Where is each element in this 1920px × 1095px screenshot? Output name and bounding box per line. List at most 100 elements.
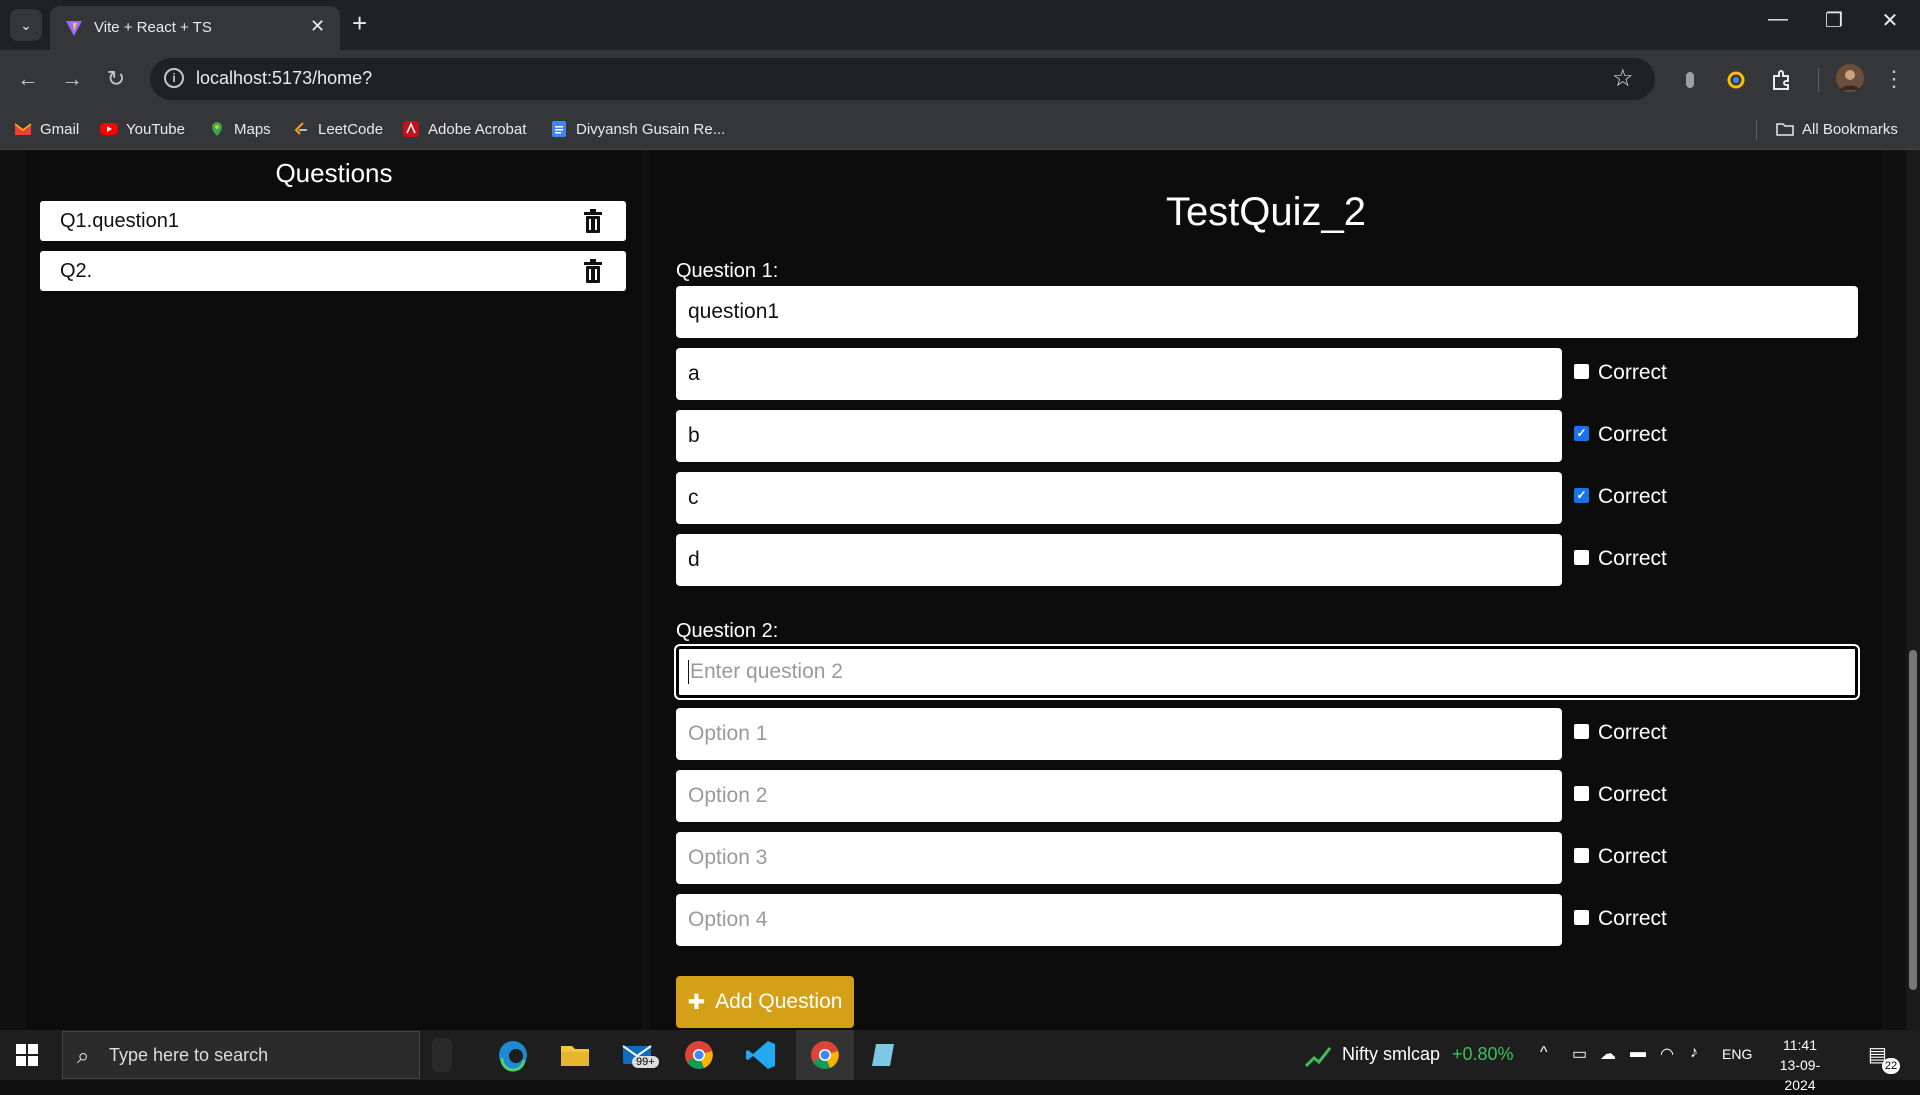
vite-favicon-icon	[66, 21, 82, 36]
youtube-icon	[100, 123, 118, 135]
address-bar[interactable]: i localhost:5173/home? ☆	[150, 58, 1655, 100]
stock-chart-icon[interactable]	[1304, 1042, 1332, 1068]
extensions-puzzle-icon[interactable]	[1770, 68, 1794, 92]
correct-checkbox[interactable]	[1574, 550, 1589, 565]
taskbar-search[interactable]: ⌕ Type here to search	[62, 1031, 420, 1079]
plus-icon: ✚	[687, 990, 706, 1014]
search-placeholder: Type here to search	[109, 1045, 269, 1065]
question-input[interactable]: question1	[676, 286, 1858, 338]
trash-icon[interactable]	[582, 259, 604, 283]
notes-app-icon[interactable]	[868, 1038, 902, 1072]
windows-taskbar: ⌕ Type here to search 99+ Nifty smlcap +…	[0, 1030, 1920, 1093]
maps-icon	[212, 122, 222, 136]
question-list-item[interactable]: Q2.	[40, 251, 626, 291]
bookmark-youtube[interactable]: YouTube	[100, 116, 185, 142]
option-input[interactable]: c	[676, 472, 1562, 524]
browser-tab-bar: ⌄ Vite + React + TS ✕ + — ❐ ✕	[0, 0, 1920, 50]
volume-icon[interactable]: ♪	[1690, 1044, 1698, 1062]
extension-icon[interactable]	[1678, 68, 1702, 92]
meet-now-icon[interactable]: ▭	[1572, 1044, 1587, 1064]
option-input[interactable]: Option 2	[676, 770, 1562, 822]
vscode-icon[interactable]	[744, 1038, 778, 1072]
quiz-title: TestQuiz_2	[1165, 190, 1367, 234]
option-input[interactable]: Option 4	[676, 894, 1562, 946]
tab-list-chevron-icon[interactable]: ⌄	[10, 9, 42, 41]
option-placeholder: Option 4	[688, 908, 768, 931]
question-input-value: question1	[688, 300, 780, 323]
option-value: d	[688, 548, 700, 571]
tab-close-icon[interactable]: ✕	[310, 16, 325, 37]
question-list-item[interactable]: Q1.question1	[40, 201, 626, 241]
question-placeholder: Enter question 2	[690, 660, 843, 683]
battery-icon[interactable]: ▬	[1630, 1044, 1646, 1062]
correct-label: Correct	[1598, 721, 1667, 744]
scrollbar-thumb[interactable]	[1909, 650, 1917, 990]
bookmark-star-icon[interactable]: ☆	[1612, 64, 1634, 93]
acrobat-icon	[403, 121, 419, 137]
system-clock[interactable]: 11:41 13-09-2024	[1770, 1035, 1830, 1095]
browser-toolbar: ← → ↻ i localhost:5173/home? ☆ ⋮	[0, 50, 1920, 108]
onedrive-icon[interactable]: ☁	[1600, 1044, 1616, 1064]
option-input[interactable]: Option 1	[676, 708, 1562, 760]
bookmark-adobe-acrobat[interactable]: Adobe Acrobat	[402, 116, 526, 142]
bookmark-leetcode[interactable]: LeetCode	[292, 116, 383, 142]
correct-checkbox[interactable]	[1574, 364, 1589, 379]
correct-checkbox[interactable]	[1574, 786, 1589, 801]
question-list-label: Q2.	[60, 260, 93, 282]
bookmark-divyansh-gusain[interactable]: Divyansh Gusain Re...	[550, 116, 725, 142]
question-label: Question 1:	[676, 260, 779, 282]
url-text[interactable]: localhost:5173/home?	[196, 68, 372, 89]
back-arrow-icon[interactable]: ←	[10, 62, 46, 98]
correct-checkbox-checked[interactable]: ✓	[1574, 426, 1589, 441]
minimize-icon[interactable]: —	[1758, 8, 1798, 31]
chrome-menu-icon[interactable]: ⋮	[1876, 62, 1912, 98]
question-input-focused[interactable]: Enter question 2	[674, 644, 1860, 700]
reload-icon[interactable]: ↻	[98, 62, 134, 98]
option-input[interactable]: a	[676, 348, 1562, 400]
bookmarks-bar: Gmail YouTube Maps LeetCode Adobe Acroba…	[0, 108, 1920, 150]
option-input[interactable]: Option 3	[676, 832, 1562, 884]
windows-start-icon[interactable]	[16, 1044, 38, 1066]
language-indicator[interactable]: ENG	[1722, 1046, 1752, 1062]
tray-chevron-up-icon[interactable]: ^	[1540, 1044, 1548, 1062]
file-explorer-icon[interactable]	[558, 1038, 592, 1072]
stock-name[interactable]: Nifty smlcap	[1342, 1044, 1440, 1065]
question-list-label: Q1.question1	[60, 210, 179, 232]
option-placeholder: Option 3	[688, 846, 768, 869]
correct-checkbox[interactable]	[1574, 910, 1589, 925]
bookmark-gmail[interactable]: Gmail	[14, 116, 79, 142]
browser-tab[interactable]: Vite + React + TS ✕	[50, 6, 340, 50]
correct-checkbox-checked[interactable]: ✓	[1574, 488, 1589, 503]
new-tab-plus-icon[interactable]: +	[352, 8, 367, 39]
trash-icon[interactable]	[582, 209, 604, 233]
option-input[interactable]: d	[676, 534, 1562, 586]
chrome-icon[interactable]	[682, 1038, 716, 1072]
window-close-icon[interactable]: ✕	[1870, 8, 1910, 33]
correct-checkbox[interactable]	[1574, 724, 1589, 739]
option-input[interactable]: b	[676, 410, 1562, 462]
lens-extension-icon[interactable]	[1724, 68, 1748, 92]
sidebar-title: Questions	[275, 158, 393, 188]
task-view-icon[interactable]	[432, 1038, 452, 1072]
forward-arrow-icon[interactable]: →	[54, 62, 90, 98]
all-bookmarks[interactable]: All Bookmarks	[1776, 116, 1898, 142]
leetcode-icon	[294, 122, 307, 135]
option-value: b	[688, 424, 700, 447]
chrome-active-icon[interactable]	[808, 1038, 842, 1072]
page-content: Questions Q1.question1 Q2. TestQuiz_2 Qu…	[0, 150, 1920, 1030]
notification-count: 22	[1882, 1058, 1900, 1074]
correct-checkbox[interactable]	[1574, 848, 1589, 863]
bookmark-label: Divyansh Gusain Re...	[576, 120, 726, 138]
page-scrollbar[interactable]	[1906, 150, 1920, 1030]
restore-icon[interactable]: ❐	[1814, 8, 1854, 33]
clock-time: 11:41	[1783, 1037, 1817, 1053]
add-question-label: Add Question	[715, 990, 843, 1013]
gmail-icon	[14, 123, 32, 135]
wifi-icon[interactable]: ◠	[1660, 1044, 1674, 1064]
add-question-button[interactable]: ✚ Add Question	[676, 976, 854, 1028]
bookmark-maps[interactable]: Maps	[208, 116, 271, 142]
correct-label: Correct	[1598, 423, 1667, 446]
site-info-icon[interactable]: i	[164, 68, 184, 88]
profile-avatar[interactable]	[1836, 64, 1864, 92]
edge-icon[interactable]	[496, 1038, 530, 1072]
